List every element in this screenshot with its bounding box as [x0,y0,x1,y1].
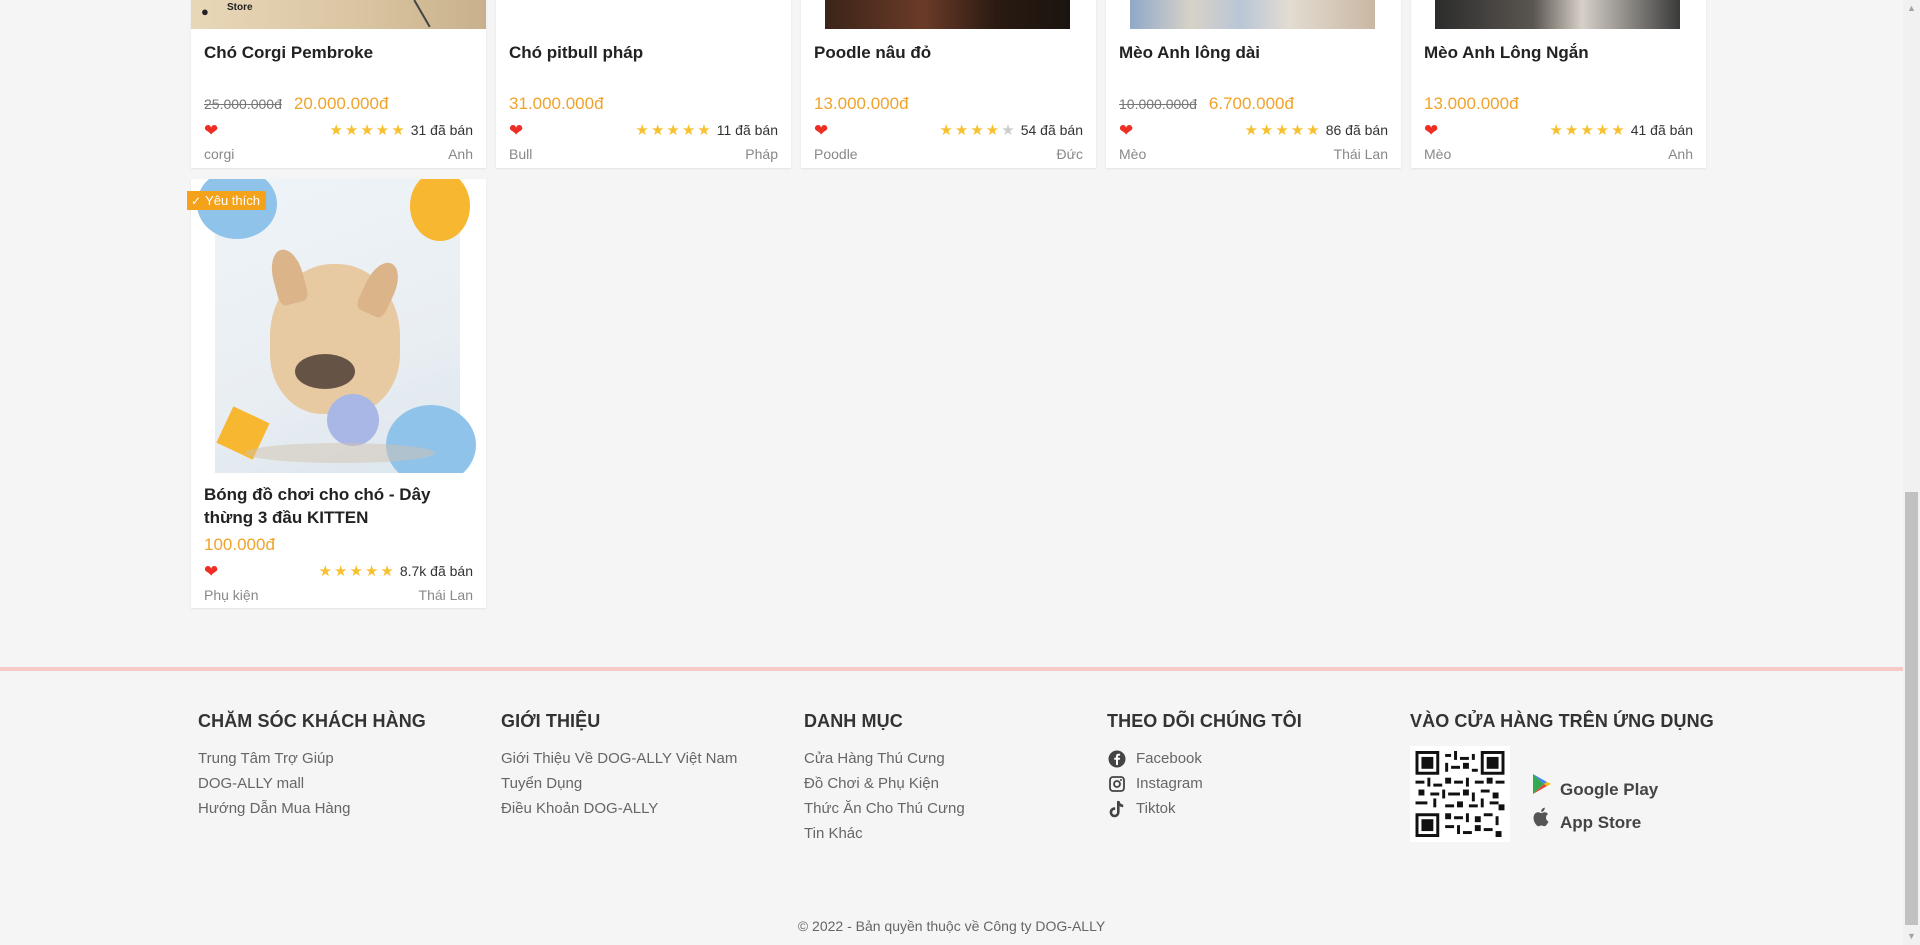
footer-apps: VÀO CỬA HÀNG TRÊN ỨNG DỤNG Google Play A… [1410,711,1714,842]
site-footer: CHĂM SÓC KHÁCH HÀNG Trung Tâm Trợ Giúp D… [0,667,1903,945]
facebook-link[interactable]: Facebook [1107,746,1302,771]
copyright-text: © 2022 - Bản quyền thuộc về Công ty DOG-… [797,918,1106,934]
price: 13.000.000đ [814,94,909,113]
google-play-icon [1532,773,1552,806]
scroll-down-arrow-icon[interactable]: ▼ [1903,928,1920,945]
footer-heading: DANH MỤC [804,711,903,731]
sold-count: 11 đã bán [716,122,778,138]
price: 20.000.000đ [293,94,389,113]
footer-link[interactable]: Thức Ăn Cho Thú Cưng [804,796,965,821]
price: 100.000đ [204,535,275,554]
product-name[interactable]: Chó Corgi Pembroke [191,41,486,64]
footer-link[interactable]: Tuyển Dụng [501,771,737,796]
footer-link[interactable]: Trung Tâm Trợ Giúp [198,746,426,771]
product-image[interactable] [801,0,1096,29]
footer-link[interactable]: Hướng Dẫn Mua Hàng [198,796,426,821]
heart-icon[interactable]: ❤ [204,563,218,580]
footer-heading: GIỚI THIỆU [501,711,601,731]
google-play-link[interactable]: Google Play [1532,773,1658,806]
product-category: Phụ kiện [204,587,259,603]
instagram-link[interactable]: Instagram [1107,771,1302,796]
footer-about: GIỚI THIỆU Giới Thiệu Về DOG-ALLY Việt N… [501,711,737,821]
instagram-icon [1107,774,1126,793]
product-image[interactable] [496,0,791,29]
footer-link[interactable]: Điều Khoản DOG-ALLY [501,796,737,821]
sold-count: 41 đã bán [1630,122,1693,138]
price: 6.700.000đ [1208,94,1294,113]
product-name[interactable]: Bóng đồ chơi cho chó - Dây thừng 3 đầu K… [191,483,486,529]
product-card[interactable]: Poodle nâu đỏ 13.000.000đ ❤ ★ ★ ★ ★ ★ 54 đã … [801,0,1096,168]
footer-heading: CHĂM SÓC KHÁCH HÀNG [198,711,426,731]
favorite-badge: ✓ Yêu thích [187,191,266,210]
product-origin: Anh [1668,146,1693,162]
product-category: Mèo [1119,146,1147,162]
rating-stars: ★ ★ ★ ★ ★ [939,121,1015,139]
product-category: Mèo [1424,146,1452,162]
sold-count: 31 đã bán [410,122,473,138]
scroll-up-arrow-icon[interactable]: ▲ [1903,0,1920,17]
apple-icon [1532,806,1552,839]
footer-link[interactable]: DOG-ALLY mall [198,771,426,796]
product-card[interactable]: Mèo Anh lông dài 10.000.000đ 6.700.000đ … [1106,0,1401,168]
product-category: corgi [204,146,235,162]
heart-icon[interactable]: ❤ [1424,122,1438,139]
rating-stars: ★ ★ ★ ★ ★ [329,121,405,139]
product-name[interactable]: Chó pitbull pháp [496,41,791,64]
sold-count: 54 đã bán [1020,122,1083,138]
footer-link[interactable]: Giới Thiệu Về DOG-ALLY Việt Nam [501,746,737,771]
product-image[interactable] [191,179,486,473]
page-scrollbar[interactable]: ▲ ▼ [1903,0,1920,945]
footer-customer-care: CHĂM SÓC KHÁCH HÀNG Trung Tâm Trợ Giúp D… [198,711,426,821]
old-price: 10.000.000đ [1119,96,1197,112]
footer-heading: VÀO CỬA HÀNG TRÊN ỨNG DỤNG [1410,711,1714,731]
paw-icon: ● [201,4,209,19]
product-category: Poodle [814,146,858,162]
product-origin: Pháp [745,146,778,162]
qr-code [1410,746,1510,842]
product-origin: Anh [448,146,473,162]
check-icon: ✓ [191,193,202,208]
price: 13.000.000đ [1424,94,1519,113]
footer-categories: DANH MỤC Cửa Hàng Thú Cưng Đồ Chơi & Phụ… [804,711,965,846]
product-image[interactable] [1106,0,1401,29]
product-image[interactable] [1411,0,1706,29]
sold-count: 86 đã bán [1325,122,1388,138]
heart-icon[interactable]: ❤ [1119,122,1133,139]
product-card[interactable]: ✓ Yêu thích Bóng đồ chơi cho chó - Dây t… [187,179,486,608]
facebook-icon [1107,749,1126,768]
heart-icon[interactable]: ❤ [814,122,828,139]
product-name[interactable]: Mèo Anh Lông Ngắn [1411,41,1706,64]
rating-stars: ★ ★ ★ ★ ★ [1244,121,1320,139]
product-image[interactable]: ● Store [191,0,486,29]
product-origin: Thái Lan [1333,146,1388,162]
rating-stars: ★ ★ ★ ★ ★ [1549,121,1625,139]
heart-icon[interactable]: ❤ [204,122,218,139]
footer-link[interactable]: Tin Khác [804,821,965,846]
product-name[interactable]: Mèo Anh lông dài [1106,41,1401,64]
scrollbar-thumb[interactable] [1905,492,1918,925]
footer-social: THEO DÕI CHÚNG TÔI Facebook Instagram Ti… [1107,711,1302,821]
footer-link[interactable]: Đồ Chơi & Phụ Kiện [804,771,965,796]
product-name[interactable]: Poodle nâu đỏ [801,41,1096,64]
product-card[interactable]: ● Store Chó Corgi Pembroke 25.000.000đ 2… [191,0,486,168]
rating-stars: ★ ★ ★ ★ ★ [318,562,394,580]
product-card[interactable]: Chó pitbull pháp 31.000.000đ ❤ ★ ★ ★ ★ ★ 11 … [496,0,791,168]
product-category: Bull [509,146,533,162]
app-store-link[interactable]: App Store [1532,806,1658,839]
heart-icon[interactable]: ❤ [509,122,523,139]
price: 31.000.000đ [509,94,604,113]
tiktok-icon [1107,799,1126,818]
product-origin: Đức [1056,146,1083,162]
rating-stars: ★ ★ ★ ★ ★ [635,121,711,139]
old-price: 25.000.000đ [204,96,282,112]
tiktok-link[interactable]: Tiktok [1107,796,1302,821]
store-logo-text: Store [227,2,253,13]
sold-count: 8.7k đã bán [399,563,473,579]
footer-heading: THEO DÕI CHÚNG TÔI [1107,711,1302,731]
footer-link[interactable]: Cửa Hàng Thú Cưng [804,746,965,771]
product-card[interactable]: Mèo Anh Lông Ngắn 13.000.000đ ❤ ★ ★ ★ ★ ★ 41… [1411,0,1706,168]
product-origin: Thái Lan [418,587,473,603]
